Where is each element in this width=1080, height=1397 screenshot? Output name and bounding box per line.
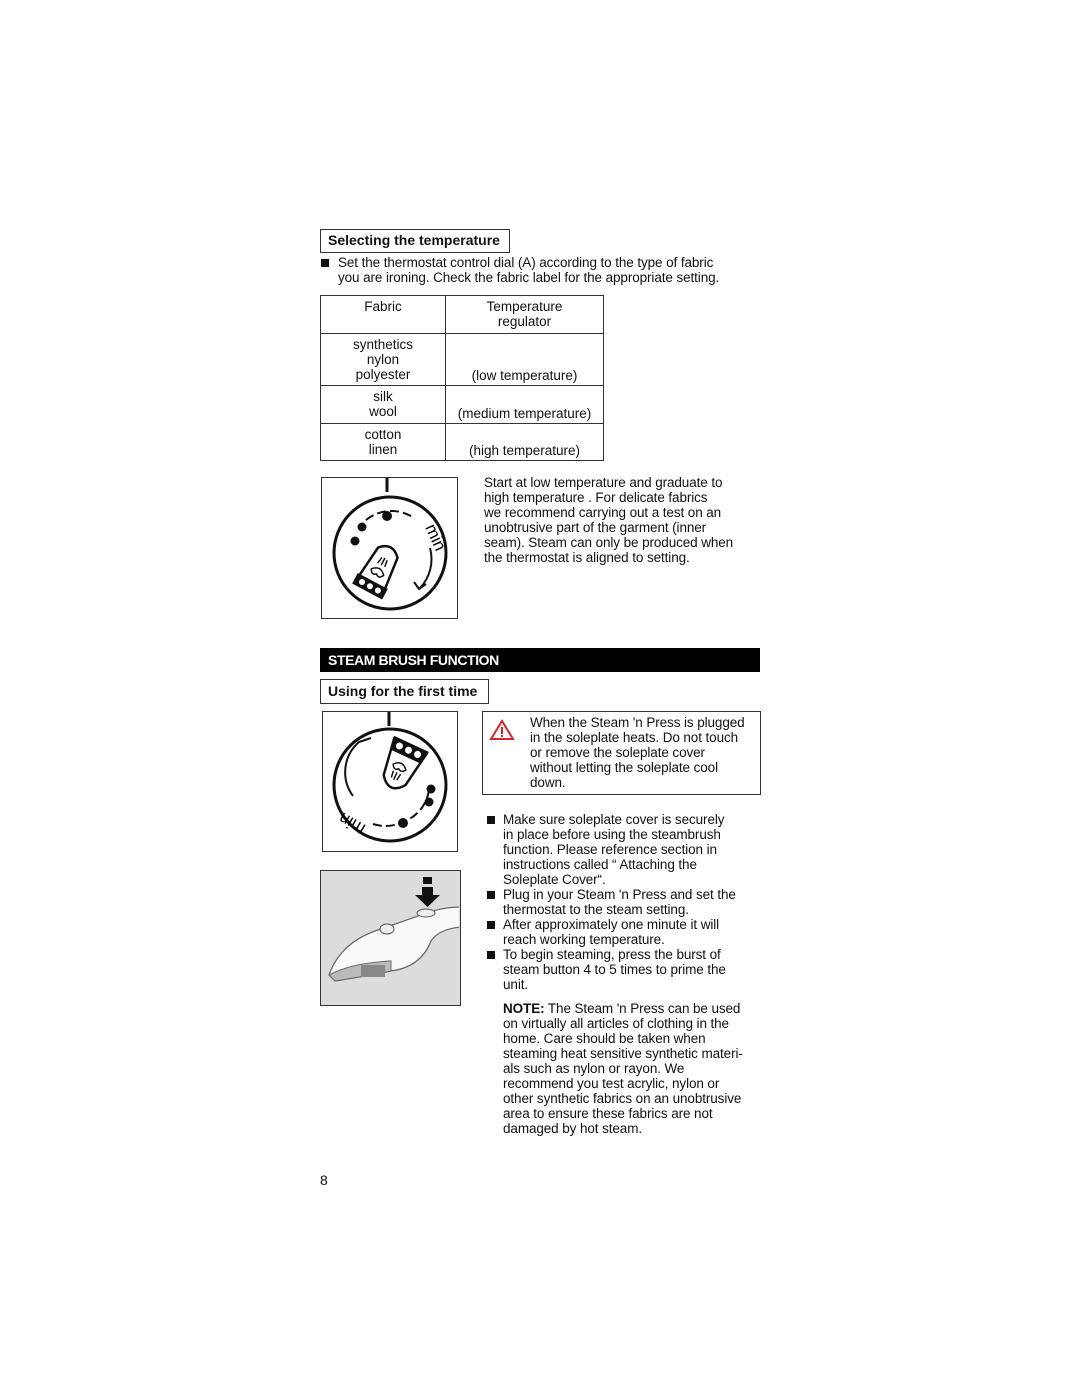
arrow-icon — [423, 877, 432, 884]
text-line: you are ironing. Check the fabric label … — [338, 270, 720, 285]
bullet — [487, 891, 495, 899]
instruction-list: Make sure soleplate cover is securely in … — [503, 812, 736, 992]
steam-press-illustration — [320, 870, 462, 1006]
section-heading: Using for the first time — [320, 679, 489, 704]
warning-triangle-icon — [489, 719, 515, 740]
warning-box: When the Steam 'n Press is plugged in the… — [482, 711, 761, 795]
header-fabric: Fabric — [320, 295, 446, 334]
fabric-temperature-table: Fabric Temperature regulator synthetics ny… — [320, 295, 604, 461]
header-temperature: Temperature regulator — [445, 295, 604, 334]
bullet — [487, 951, 495, 959]
instruction: Set the thermostat control dial (A) acco… — [338, 255, 719, 285]
temperature-paragraph: Start at low temperature and graduate to… — [484, 475, 734, 565]
thermostat-dial-illustration: min — [321, 477, 458, 619]
text-line: Set the thermostat control dial (A) acco… — [338, 255, 714, 270]
table-row: silk wool (medium temperature) — [320, 385, 604, 424]
steam-dial-illustration: min — [322, 711, 458, 852]
section-banner: STEAM BRUSH FUNCTION — [320, 648, 760, 672]
section-heading: Selecting the temperature — [320, 229, 510, 253]
bullet — [487, 816, 495, 824]
note-paragraph: NOTE: The Steam 'n Press can be used on … — [503, 1001, 743, 1136]
bullet — [487, 921, 495, 929]
note-label: NOTE: — [503, 1001, 545, 1016]
table-row: synthetics nylon polyester (low temperatur… — [320, 333, 604, 386]
page-number: 8 — [320, 1172, 328, 1188]
table-row: cotton linen (high temperature) — [320, 423, 604, 461]
bullet — [321, 259, 329, 267]
